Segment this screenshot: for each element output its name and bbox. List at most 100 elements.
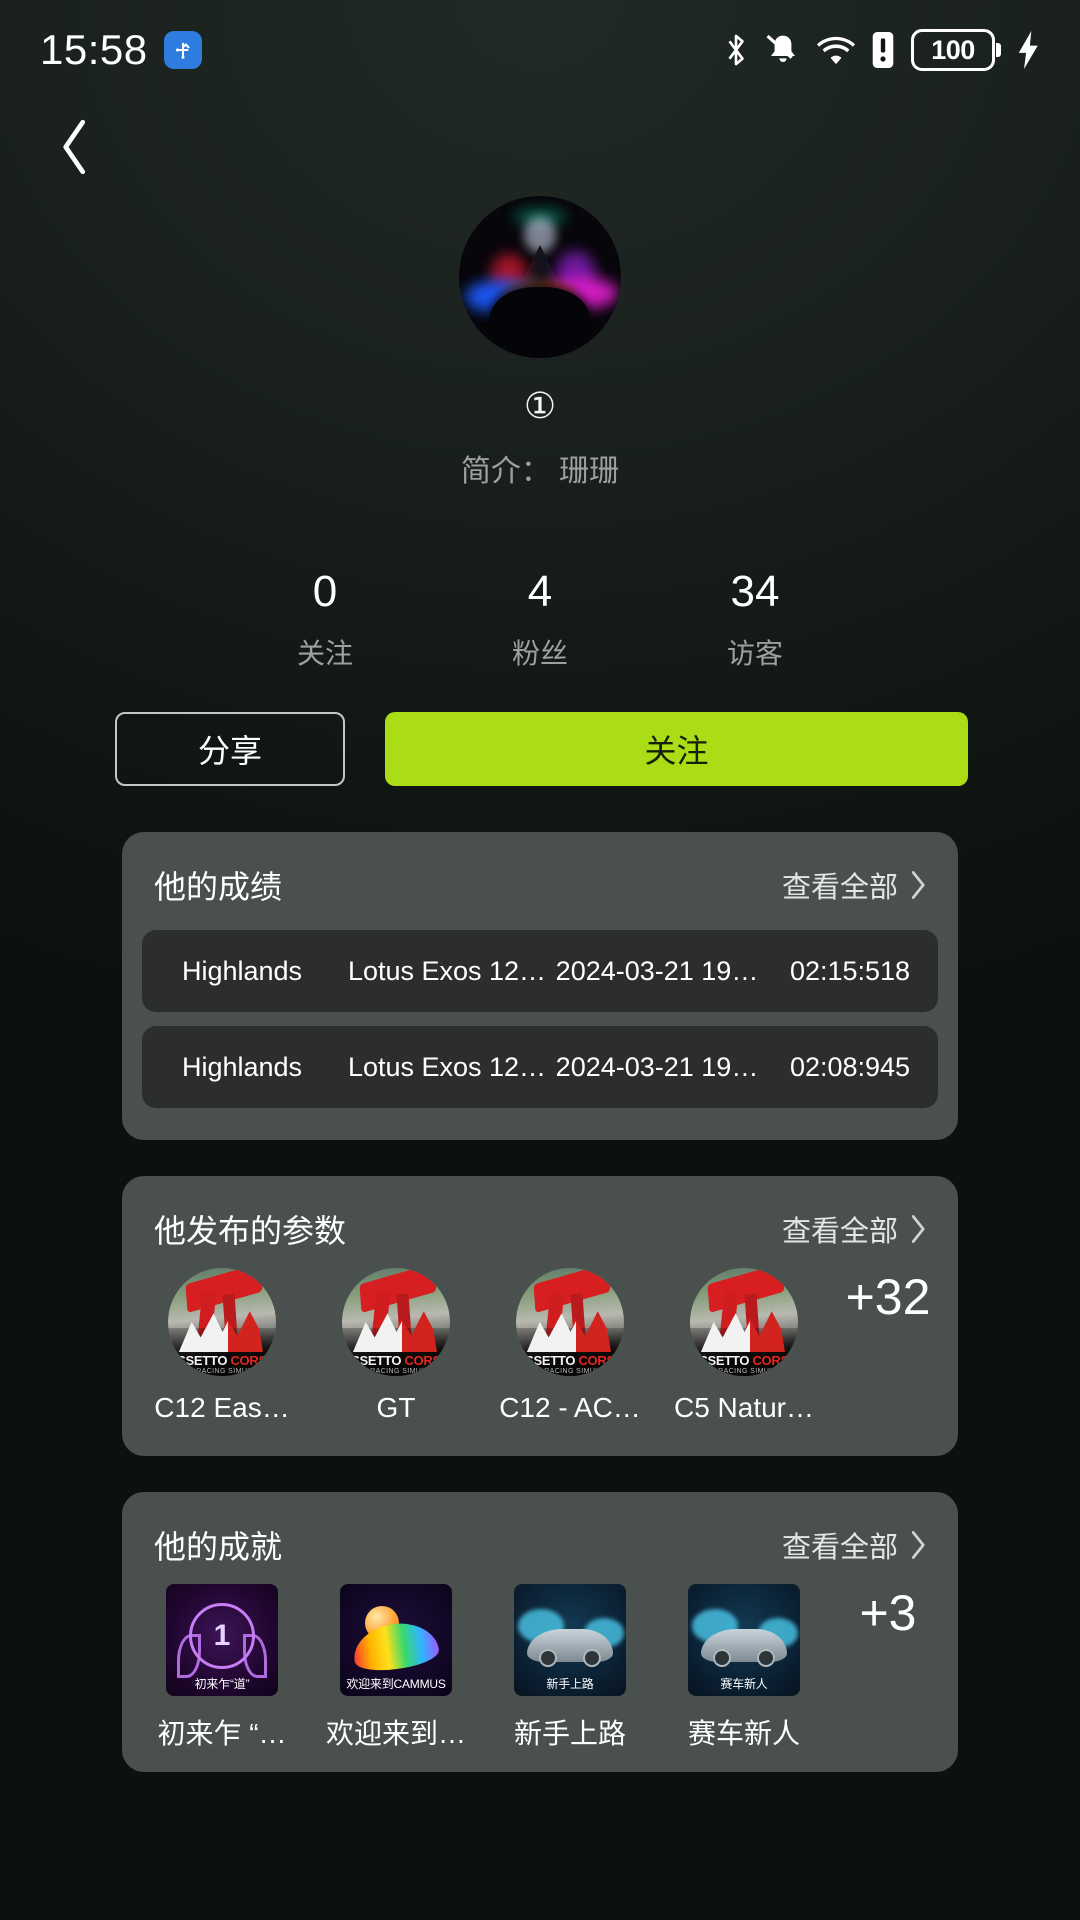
badge-caption: 赛车新人 — [720, 1676, 768, 1691]
user-bio: 简介： 珊珊 — [460, 455, 620, 488]
list-item[interactable]: ASSETTO CORSA YOUR RACING SIMULATOR C5 N… — [670, 1268, 818, 1424]
badge-caption: 初来乍“道” — [194, 1676, 250, 1691]
follow-button[interactable]: 关注 — [385, 712, 968, 786]
status-bar: 15:58 100 — [0, 0, 1080, 100]
stat-visitors[interactable]: 34 访客 — [648, 567, 863, 672]
racer-newcomer-car-badge: 赛车新人 — [688, 1584, 800, 1696]
achievement-label: 欢迎来到… — [325, 1718, 466, 1749]
stat-fans[interactable]: 4 粉丝 — [433, 567, 648, 672]
assetto-logo-sub: YOUR RACING SIMULATOR — [346, 1367, 446, 1375]
list-item[interactable]: ASSETTO CORSA YOUR RACING SIMULATOR GT — [322, 1268, 470, 1424]
achievement-label: 赛车新人 — [687, 1718, 800, 1749]
achievements-card-title: 他的成就 — [154, 1529, 283, 1565]
wifi-icon — [817, 33, 855, 67]
assetto-corsa-thumb: ASSETTO CORSA YOUR RACING SIMULATOR — [516, 1268, 624, 1376]
list-item[interactable]: 1 初来乍“道” 初来乍 “… — [148, 1584, 296, 1752]
first-place-laurel-badge: 1 初来乍“道” — [166, 1584, 278, 1696]
assetto-corsa-thumb: ASSETTO CORSA YOUR RACING SIMULATOR — [690, 1268, 798, 1376]
status-clock: 15:58 — [40, 26, 148, 73]
charging-bolt-icon — [1018, 31, 1040, 69]
back-button[interactable] — [40, 112, 110, 182]
setups-view-all-label: 查看全部 — [781, 1216, 898, 1248]
setups-list: ASSETTO CORSA YOUR RACING SIMULATOR C12 … — [122, 1252, 958, 1424]
achievement-label: 初来乍 “… — [157, 1718, 287, 1749]
usb-icon — [163, 31, 202, 69]
stat-following-value: 0 — [312, 567, 338, 616]
status-bar-left: 15:58 — [40, 26, 202, 74]
stat-visitors-label: 访客 — [726, 638, 783, 670]
achievements-card-header: 他的成就 查看全部 — [122, 1492, 958, 1568]
assetto-logo-sub: YOUR RACING SIMULATOR — [172, 1367, 272, 1375]
result-car: Lotus Exos 12… — [347, 955, 547, 986]
setups-card-title: 他发布的参数 — [154, 1213, 347, 1249]
rookie-car-badge: 新手上路 — [514, 1584, 626, 1696]
setups-view-all-button[interactable]: 查看全部 — [782, 1208, 926, 1250]
bluetooth-icon — [723, 31, 749, 69]
profile-actions: 分享 关注 — [115, 712, 968, 786]
stat-following-label: 关注 — [296, 638, 353, 670]
table-row[interactable]: Highlands Lotus Exos 12… 2024-03-21 19… … — [142, 930, 938, 1012]
results-card-title: 他的成绩 — [154, 869, 283, 905]
list-item[interactable]: 赛车新人 赛车新人 — [670, 1584, 818, 1752]
setups-overflow-count[interactable]: +32 — [844, 1268, 932, 1364]
chevron-right-icon — [911, 1531, 925, 1559]
phone-screen: 15:58 100 ① 简介： 珊珊 0 关注 4 粉丝 34 访客 分享 关注… — [0, 0, 1080, 1920]
result-laptime: 02:15:518 — [789, 955, 911, 986]
stat-fans-label: 粉丝 — [511, 638, 568, 670]
share-button[interactable]: 分享 — [115, 712, 345, 786]
list-item[interactable]: ASSETTO CORSA YOUR RACING SIMULATOR C12 … — [496, 1268, 644, 1424]
notifications-muted-icon — [766, 32, 800, 68]
achievement-label: 新手上路 — [513, 1718, 626, 1749]
assetto-corsa-thumb: ASSETTO CORSA YOUR RACING SIMULATOR — [342, 1268, 450, 1376]
assetto-logo: ASSETTO CORSA — [168, 1353, 276, 1369]
setup-label: C12 - AC… — [499, 1392, 641, 1423]
setup-label: C12 Eas… — [154, 1392, 290, 1423]
achievements-overflow-count[interactable]: +3 — [844, 1584, 932, 1680]
results-view-all-button[interactable]: 查看全部 — [782, 864, 926, 906]
avatar[interactable] — [459, 196, 621, 358]
assetto-logo-sub: YOUR RACING SIMULATOR — [520, 1367, 620, 1375]
achievements-view-all-button[interactable]: 查看全部 — [782, 1524, 926, 1566]
stat-visitors-value: 34 — [730, 567, 780, 616]
achievements-list: 1 初来乍“道” 初来乍 “… 欢迎来到CAMMUS 欢迎来到… 新手上路 新手… — [122, 1568, 958, 1752]
setups-card: 他发布的参数 查看全部 ASSETTO CORSA YOUR RACING SI… — [122, 1176, 958, 1456]
nav-bar — [0, 100, 1080, 196]
badge-caption: 新手上路 — [546, 1676, 594, 1691]
assetto-logo-sub: YOUR RACING SIMULATOR — [694, 1367, 794, 1375]
table-row[interactable]: Highlands Lotus Exos 12… 2024-03-21 19… … — [142, 1026, 938, 1108]
result-date: 2024-03-21 19… — [555, 1051, 759, 1082]
assetto-logo: ASSETTO CORSA — [690, 1353, 798, 1369]
assetto-corsa-thumb: ASSETTO CORSA YOUR RACING SIMULATOR — [168, 1268, 276, 1376]
setup-label: C5 Natur… — [673, 1392, 815, 1423]
achievements-card: 他的成就 查看全部 1 初来乍“道” 初来乍 “… 欢迎来到CAMMUS 欢迎来… — [122, 1492, 958, 1772]
stat-following[interactable]: 0 关注 — [218, 567, 433, 672]
result-date: 2024-03-21 19… — [555, 955, 759, 986]
result-car: Lotus Exos 12… — [347, 1051, 547, 1082]
badge-rank-glyph: 1 — [189, 1602, 255, 1669]
battery-icon: 100 — [911, 29, 1001, 71]
username: ① — [523, 385, 557, 426]
result-laptime: 02:08:945 — [789, 1051, 911, 1082]
list-item[interactable]: 新手上路 新手上路 — [496, 1584, 644, 1752]
results-view-all-label: 查看全部 — [781, 872, 898, 904]
profile-stats: 0 关注 4 粉丝 34 访客 — [0, 567, 1080, 672]
results-card-header: 他的成绩 查看全部 — [122, 832, 958, 908]
sim-alert-icon — [872, 32, 894, 68]
result-track: Highlands — [181, 955, 303, 986]
result-track: Highlands — [181, 1051, 303, 1082]
list-item[interactable]: ASSETTO CORSA YOUR RACING SIMULATOR C12 … — [148, 1268, 296, 1424]
achievements-view-all-label: 查看全部 — [781, 1532, 898, 1564]
status-bar-right: 100 — [723, 29, 1040, 71]
list-item[interactable]: 欢迎来到CAMMUS 欢迎来到… — [322, 1584, 470, 1752]
setups-card-header: 他发布的参数 查看全部 — [122, 1176, 958, 1252]
stat-fans-value: 4 — [527, 567, 553, 616]
assetto-logo: ASSETTO CORSA — [342, 1353, 450, 1369]
results-rows: Highlands Lotus Exos 12… 2024-03-21 19… … — [122, 908, 958, 1108]
battery-level-text: 100 — [911, 29, 995, 71]
chevron-right-icon — [911, 871, 925, 899]
badge-caption: 欢迎来到CAMMUS — [346, 1676, 446, 1691]
results-card: 他的成绩 查看全部 Highlands Lotus Exos 12… 2024-… — [122, 832, 958, 1140]
profile-header: ① 简介： 珊珊 — [0, 196, 1080, 490]
welcome-rainbow-badge: 欢迎来到CAMMUS — [340, 1584, 452, 1696]
assetto-logo: ASSETTO CORSA — [516, 1353, 624, 1369]
